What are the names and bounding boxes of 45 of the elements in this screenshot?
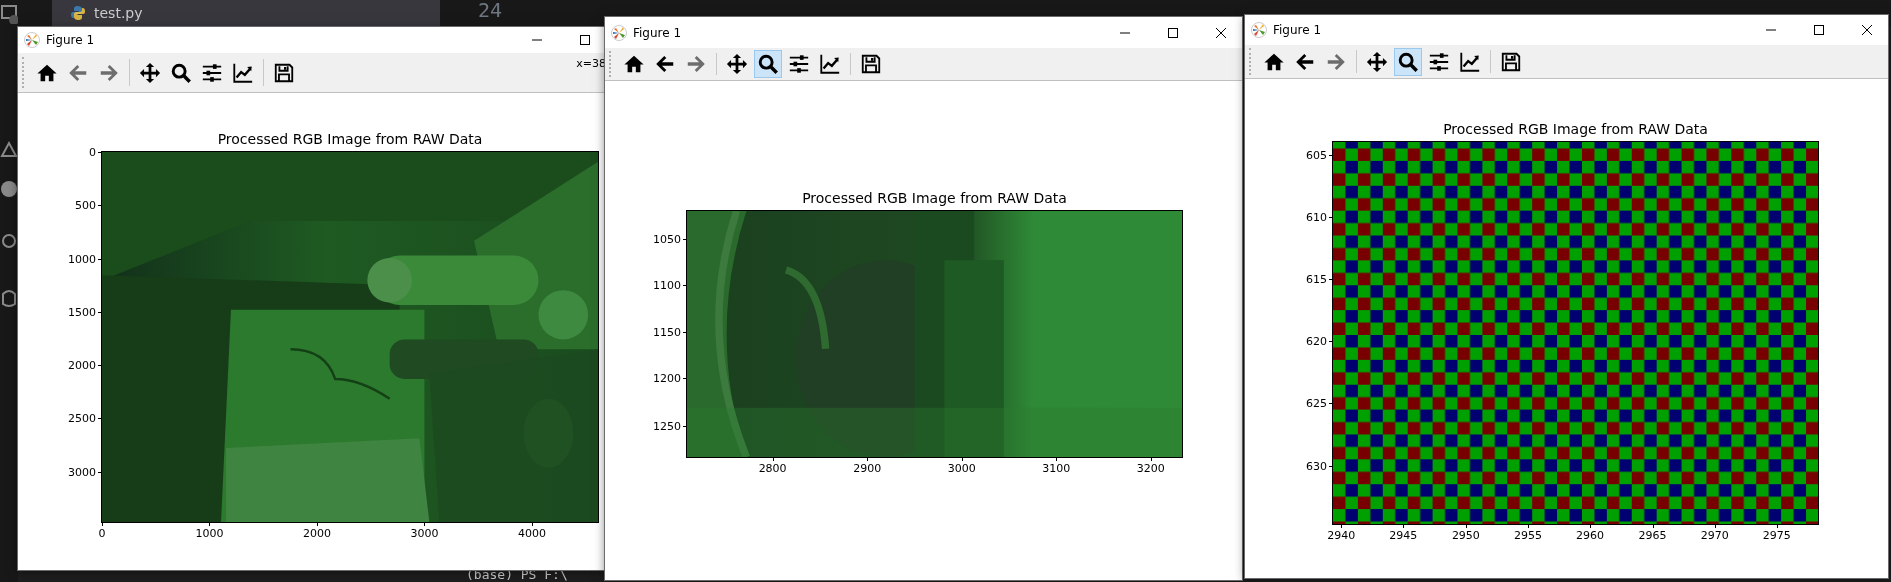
x-tick-label: 3000 (947, 461, 976, 475)
y-tick-label: 1200 (653, 371, 682, 385)
y-tick-label: 630 (1306, 459, 1328, 473)
editor-tab[interactable]: test.py (52, 0, 440, 26)
x-tick-label: 3100 (1042, 461, 1071, 475)
x-tick-label: 2965 (1638, 528, 1667, 542)
x-tick-label: 2950 (1451, 528, 1480, 542)
x-tick-label: 4000 (518, 526, 547, 540)
y-tick-label: 1500 (68, 305, 97, 319)
x-tick-label: 0 (98, 526, 106, 540)
x-tick-label: 2975 (1762, 528, 1791, 542)
y-tick-label: 620 (1306, 334, 1328, 348)
plot-title: Processed RGB Image from RAW Data (217, 131, 483, 147)
x-tick-label: 2800 (758, 461, 787, 475)
x-tick-label: 2955 (1513, 528, 1542, 542)
x-tick-label: 2940 (1327, 528, 1356, 542)
y-tick-label: 1150 (653, 325, 682, 339)
y-tick-label: 500 (75, 198, 97, 212)
x-tick-label: 2945 (1389, 528, 1418, 542)
window-title: Figure 1 (633, 25, 683, 40)
y-tick-label: 1250 (653, 419, 682, 433)
x-tick-label: 2960 (1576, 528, 1605, 542)
x-tick-label: 2900 (853, 461, 882, 475)
y-tick-label: 3000 (68, 465, 97, 479)
plot-title: Processed RGB Image from RAW Data (1443, 121, 1708, 137)
y-tick-label: 1000 (68, 252, 97, 266)
y-tick-label: 2500 (68, 411, 97, 425)
y-tick-label: 1100 (653, 278, 682, 292)
y-tick-label: 2000 (68, 358, 97, 372)
plot-title: Processed RGB Image from RAW Data (802, 190, 1067, 206)
x-tick-label: 2970 (1700, 528, 1729, 542)
x-tick-label: 1000 (195, 526, 224, 540)
y-tick-label: 610 (1306, 210, 1328, 224)
window-title: Figure 1 (46, 33, 96, 47)
y-tick-label: 1050 (653, 232, 682, 246)
x-tick-label: 3200 (1136, 461, 1165, 475)
y-tick-label: 615 (1306, 272, 1328, 286)
y-tick-label: 605 (1306, 148, 1328, 162)
window-title: Figure 1 (1273, 23, 1323, 37)
x-tick-label: 2000 (302, 526, 331, 540)
line-number: 24 (478, 0, 503, 22)
x-tick-label: 3000 (410, 526, 439, 540)
tab-label: test.py (94, 5, 143, 21)
y-tick-label: 0 (89, 145, 97, 159)
y-tick-label: 625 (1306, 396, 1328, 410)
